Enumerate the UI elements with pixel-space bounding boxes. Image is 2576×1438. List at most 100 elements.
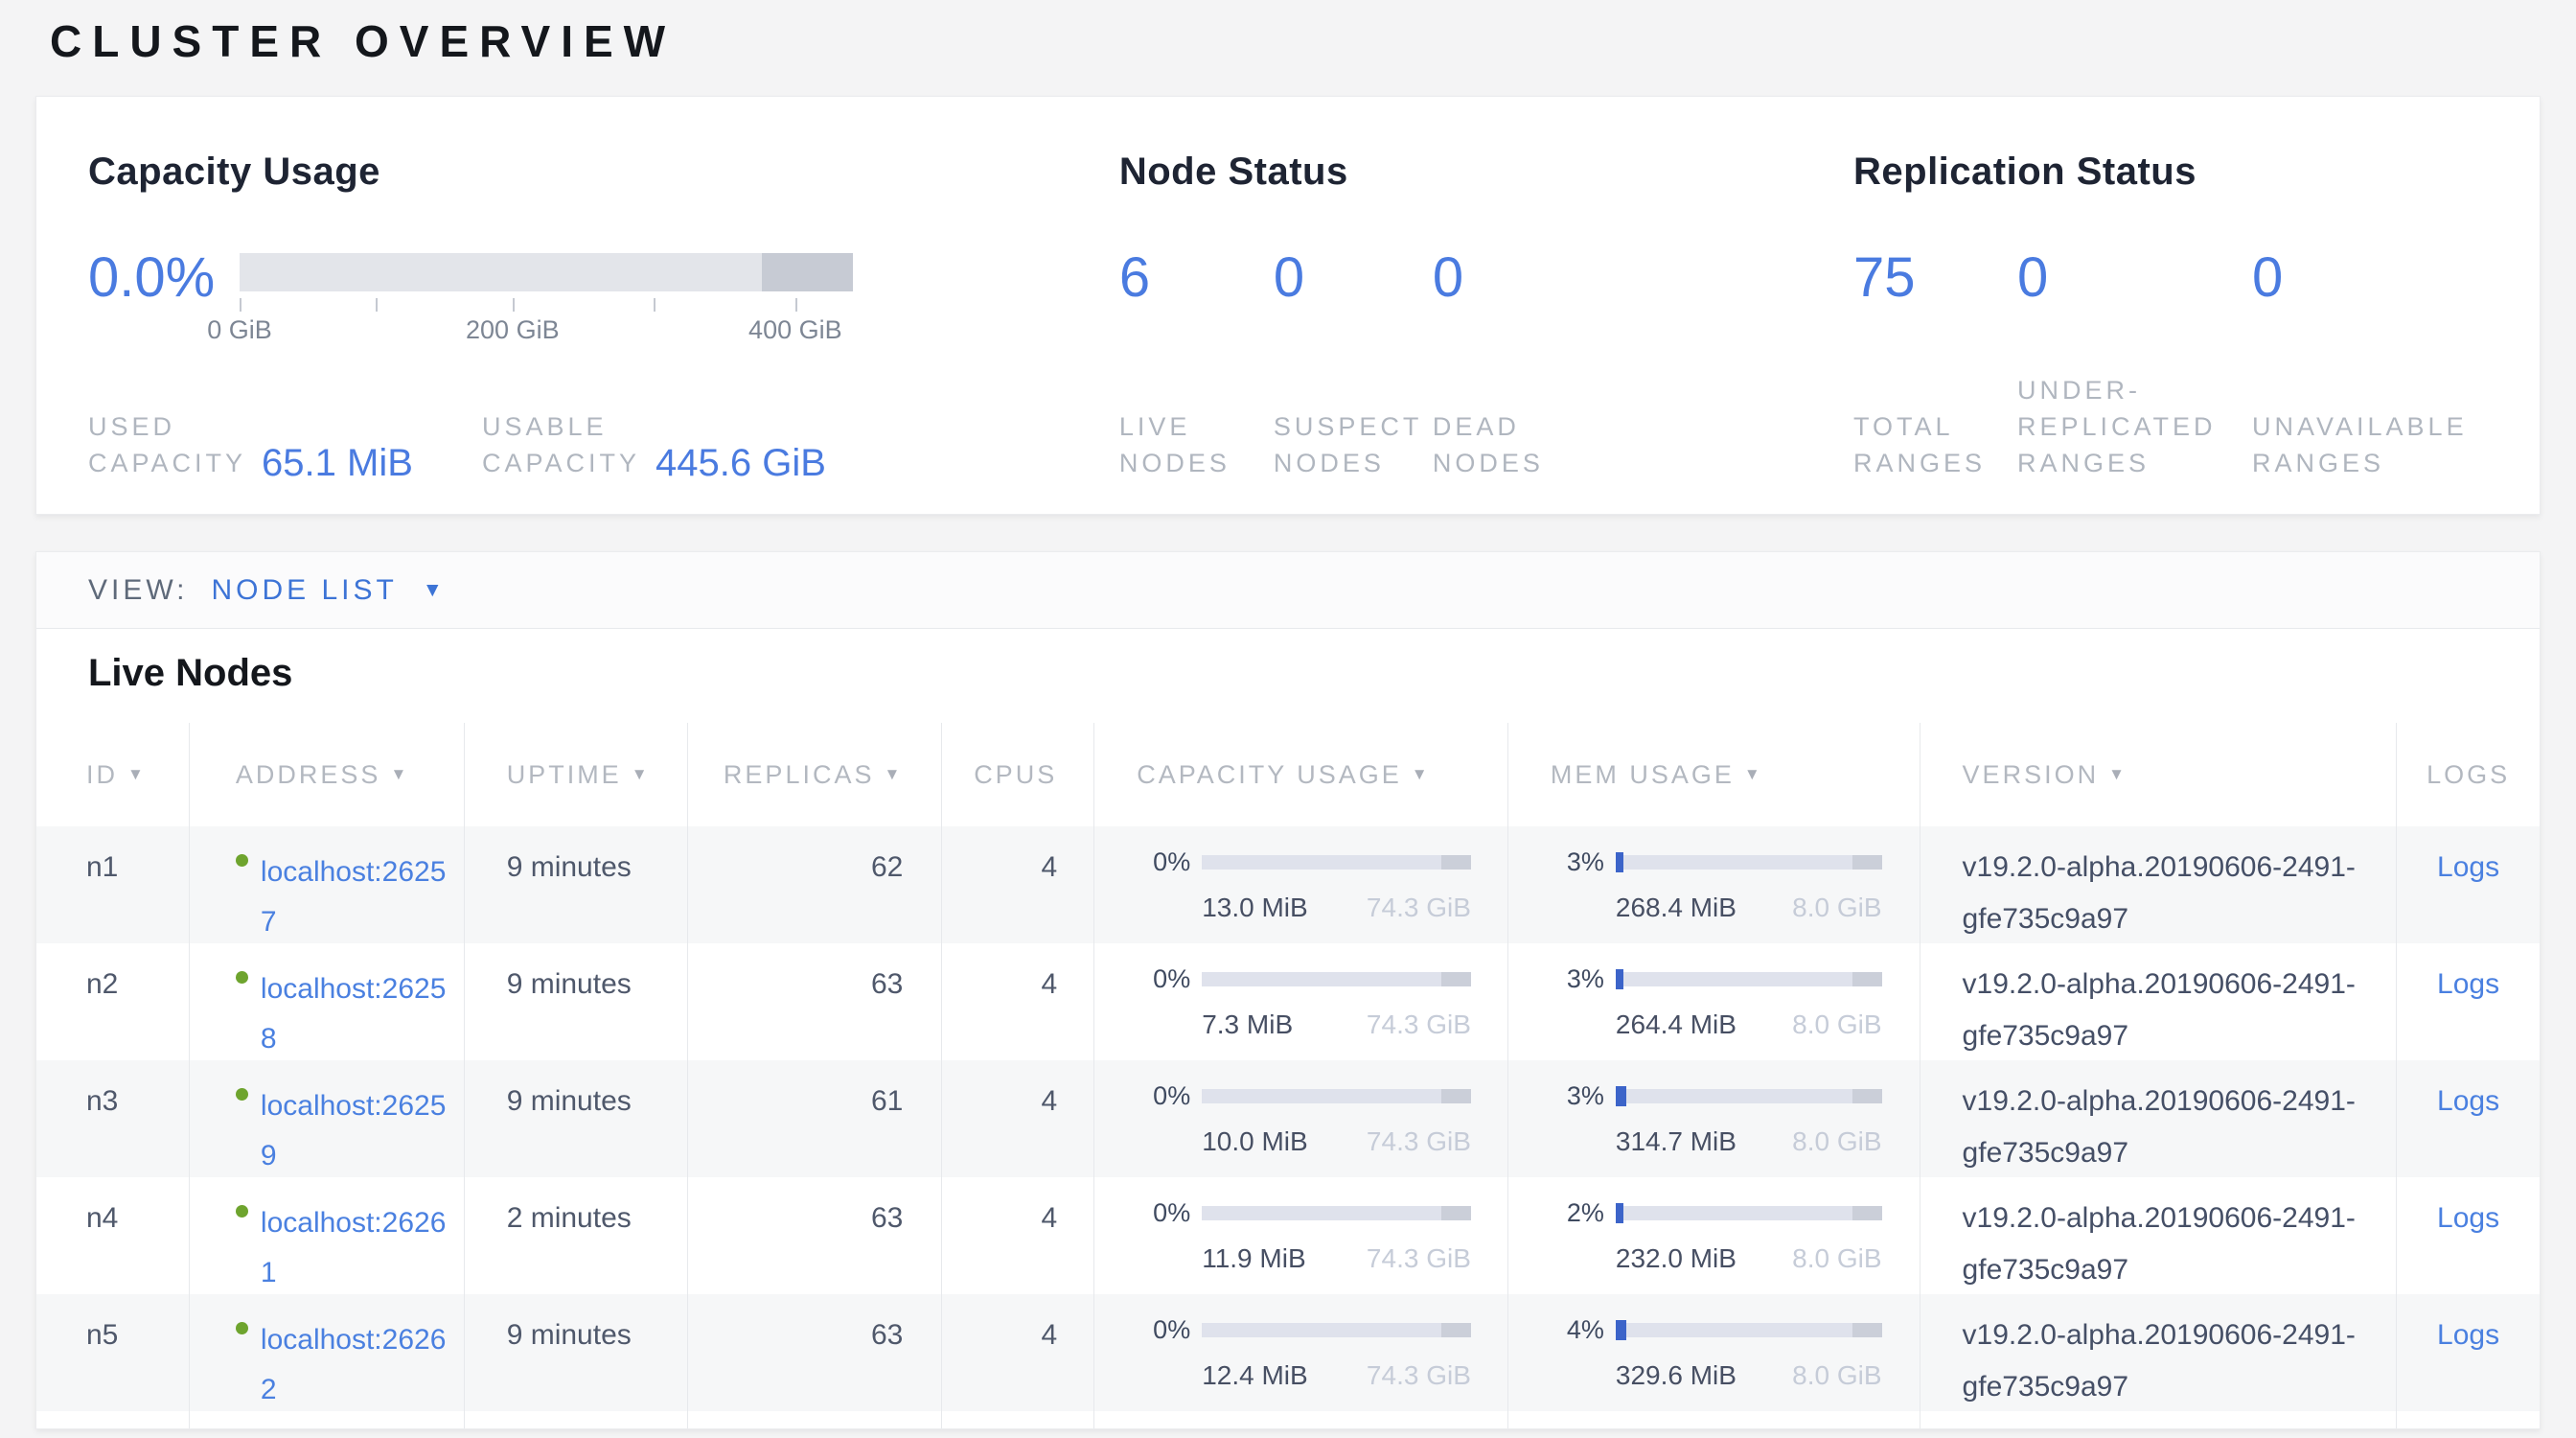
logs-link[interactable]: Logs bbox=[2437, 851, 2499, 883]
capacity-bar-end-segment bbox=[1441, 972, 1471, 986]
live-nodes-count: 6 bbox=[1119, 249, 1274, 307]
capacity-used-value: 13.0 MiB bbox=[1202, 893, 1308, 923]
capacity-percent: 0% bbox=[1137, 847, 1190, 877]
nodes-panel: VIEW: NODE LIST ▼ Live Nodes ID▼ ADDRESS… bbox=[35, 551, 2541, 1429]
live-nodes-label: LIVE NODES bbox=[1119, 408, 1274, 481]
node-replicas-cell: 63 bbox=[688, 943, 943, 1060]
unavailable-ranges-label: UNAVAILABLE RANGES bbox=[2252, 408, 2540, 481]
memory-bar-end-segment bbox=[1852, 972, 1882, 986]
view-mode-dropdown[interactable]: NODE LIST ▼ bbox=[211, 574, 442, 607]
table-header-row: ID▼ ADDRESS▼ UPTIME▼ REPLICAS▼ CPUS CAPA… bbox=[36, 723, 2540, 826]
node-version-cell: v19.2.0-alpha.20190606-2491-gfe735c9a97 bbox=[1920, 943, 2398, 1060]
dead-nodes-count: 0 bbox=[1433, 249, 1672, 307]
table-body: n1 localhost:26257 9 minutes 62 4 0% 13.… bbox=[36, 826, 2540, 1411]
table-row-partial bbox=[36, 1411, 2540, 1429]
node-address-cell: localhost:26261 bbox=[190, 1177, 465, 1294]
memory-bar-end-segment bbox=[1852, 1089, 1882, 1103]
memory-bar-fill bbox=[1616, 1320, 1626, 1340]
node-id-cell: n5 bbox=[36, 1294, 190, 1411]
table-row: n4 localhost:26261 2 minutes 63 4 0% 11.… bbox=[36, 1177, 2540, 1294]
memory-used-value: 232.0 MiB bbox=[1616, 1243, 1736, 1274]
memory-bar-fill bbox=[1616, 1203, 1623, 1223]
node-address-cell: localhost:26259 bbox=[190, 1060, 465, 1177]
node-mem-usage-cell: 3% 268.4 MiB 8.0 GiB bbox=[1508, 826, 1920, 943]
sort-caret-icon: ▼ bbox=[2108, 765, 2128, 784]
usable-capacity-label: USABLE CAPACITY bbox=[482, 408, 640, 481]
column-header-address[interactable]: ADDRESS▼ bbox=[190, 723, 465, 826]
page-title: CLUSTER OVERVIEW bbox=[50, 15, 676, 67]
node-address-link[interactable]: localhost:26257 bbox=[261, 847, 454, 947]
sort-caret-icon: ▼ bbox=[1412, 765, 1431, 784]
table-row: n5 localhost:26262 9 minutes 63 4 0% 12.… bbox=[36, 1294, 2540, 1411]
memory-used-value: 329.6 MiB bbox=[1616, 1360, 1736, 1391]
node-replicas-cell: 63 bbox=[688, 1177, 943, 1294]
node-address-link[interactable]: localhost:26258 bbox=[261, 964, 454, 1064]
column-header-logs: LOGS bbox=[2397, 723, 2540, 826]
capacity-used-value: 12.4 MiB bbox=[1202, 1360, 1308, 1391]
capacity-bar bbox=[1202, 855, 1471, 870]
table-row: n2 localhost:26258 9 minutes 63 4 0% 7.3… bbox=[36, 943, 2540, 1060]
capacity-total-value: 74.3 GiB bbox=[1367, 1360, 1471, 1391]
node-cpus-cell: 4 bbox=[942, 1177, 1094, 1294]
memory-percent: 3% bbox=[1551, 964, 1604, 994]
column-header-version[interactable]: VERSION▼ bbox=[1920, 723, 2398, 826]
logs-link[interactable]: Logs bbox=[2437, 1319, 2499, 1351]
capacity-axis-labels: 0 GiB 200 GiB 400 GiB bbox=[240, 315, 853, 348]
memory-bar bbox=[1616, 1206, 1882, 1220]
table-row: n1 localhost:26257 9 minutes 62 4 0% 13.… bbox=[36, 826, 2540, 943]
memory-bar-end-segment bbox=[1852, 1206, 1882, 1220]
dead-nodes-label: DEAD NODES bbox=[1433, 408, 1672, 481]
capacity-used-value: 11.9 MiB bbox=[1202, 1243, 1305, 1274]
node-address-cell: localhost:26258 bbox=[190, 943, 465, 1060]
sort-caret-icon: ▼ bbox=[884, 765, 903, 784]
node-address-link[interactable]: localhost:26262 bbox=[261, 1315, 454, 1415]
node-id-cell: n3 bbox=[36, 1060, 190, 1177]
column-header-capacity-usage[interactable]: CAPACITY USAGE▼ bbox=[1094, 723, 1508, 826]
axis-label-200: 200 GiB bbox=[466, 315, 560, 345]
capacity-bar bbox=[1202, 1206, 1471, 1220]
node-uptime-cell: 2 minutes bbox=[465, 1177, 688, 1294]
column-header-id[interactable]: ID▼ bbox=[36, 723, 190, 826]
node-live-status-icon bbox=[236, 1322, 248, 1334]
column-header-uptime[interactable]: UPTIME▼ bbox=[465, 723, 688, 826]
column-header-cpus: CPUS bbox=[942, 723, 1094, 826]
capacity-percent: 0% bbox=[1137, 1081, 1190, 1111]
capacity-bar-track bbox=[240, 253, 853, 291]
used-capacity-label: USED CAPACITY bbox=[88, 408, 246, 481]
memory-bar bbox=[1616, 1089, 1882, 1103]
sort-caret-icon: ▼ bbox=[390, 765, 409, 784]
node-address-link[interactable]: localhost:26261 bbox=[261, 1198, 454, 1298]
node-logs-cell: Logs bbox=[2397, 943, 2540, 1060]
logs-link[interactable]: Logs bbox=[2437, 1202, 2499, 1234]
node-replicas-cell: 63 bbox=[688, 1294, 943, 1411]
node-status-section: Node Status 6 0 0 LIVE NODES SUSPECT NOD… bbox=[1119, 151, 1853, 514]
memory-bar-end-segment bbox=[1852, 1323, 1882, 1337]
logs-link[interactable]: Logs bbox=[2437, 1085, 2499, 1117]
node-uptime-cell: 9 minutes bbox=[465, 1060, 688, 1177]
chevron-down-icon: ▼ bbox=[423, 579, 443, 602]
memory-bar-fill bbox=[1616, 969, 1623, 989]
node-mem-usage-cell: 3% 264.4 MiB 8.0 GiB bbox=[1508, 943, 1920, 1060]
view-bar: VIEW: NODE LIST ▼ bbox=[36, 552, 2540, 629]
replication-status-title: Replication Status bbox=[1853, 151, 2540, 194]
node-cpus-cell: 4 bbox=[942, 1294, 1094, 1411]
node-replicas-cell: 61 bbox=[688, 1060, 943, 1177]
memory-bar-fill bbox=[1616, 1086, 1626, 1106]
node-uptime-cell: 9 minutes bbox=[465, 826, 688, 943]
memory-percent: 3% bbox=[1551, 1081, 1604, 1111]
sort-caret-icon: ▼ bbox=[1744, 765, 1763, 784]
capacity-bar-end-segment bbox=[1441, 1089, 1471, 1103]
node-replicas-cell: 62 bbox=[688, 826, 943, 943]
node-live-status-icon bbox=[236, 1205, 248, 1218]
node-address-link[interactable]: localhost:26259 bbox=[261, 1081, 454, 1181]
usable-capacity-value: 445.6 GiB bbox=[656, 445, 826, 481]
capacity-used-value: 10.0 MiB bbox=[1202, 1126, 1308, 1157]
column-header-mem-usage[interactable]: MEM USAGE▼ bbox=[1508, 723, 1920, 826]
node-logs-cell: Logs bbox=[2397, 1294, 2540, 1411]
column-header-replicas[interactable]: REPLICAS▼ bbox=[688, 723, 943, 826]
logs-link[interactable]: Logs bbox=[2437, 968, 2499, 1000]
capacity-total-value: 74.3 GiB bbox=[1367, 1009, 1471, 1040]
under-replicated-ranges-count: 0 bbox=[2017, 249, 2252, 307]
node-capacity-usage-cell: 0% 11.9 MiB 74.3 GiB bbox=[1094, 1177, 1508, 1294]
capacity-bar bbox=[1202, 972, 1471, 986]
